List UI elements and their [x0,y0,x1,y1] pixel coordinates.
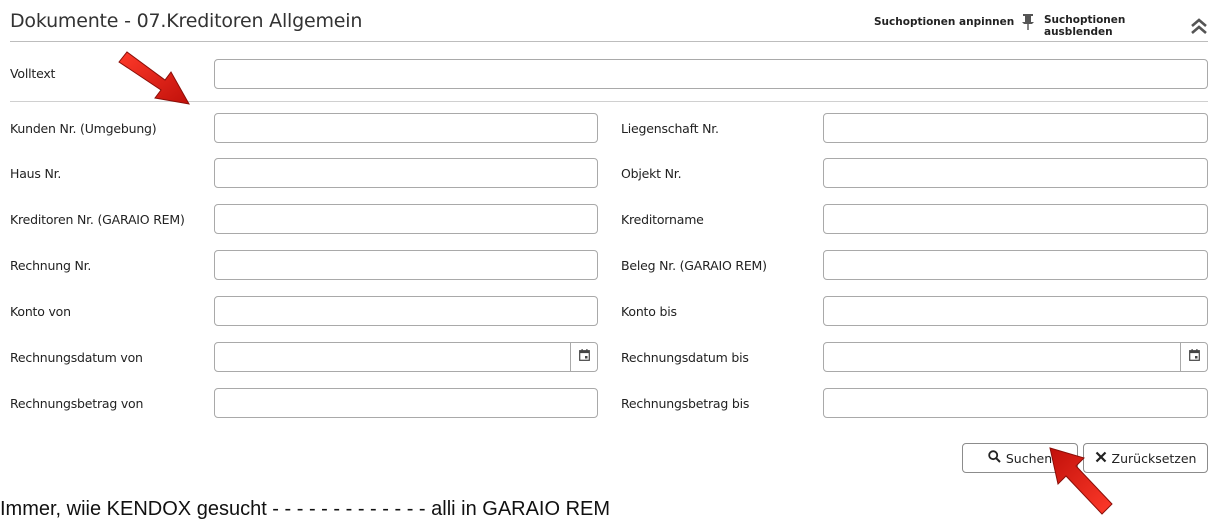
annotation-arrow-icon [1049,447,1113,515]
field-label-haus-nr: Haus Nr. [10,166,62,181]
kreditoren-nr-input[interactable] [214,204,598,234]
field-label-rechnungsbetrag-von: Rechnungsbetrag von [10,396,144,411]
field-label-rechnungsdatum-bis: Rechnungsdatum bis [621,350,749,365]
calendar-icon [578,348,590,366]
pin-icon [1022,14,1035,30]
field-label-rechnung-nr: Rechnung Nr. [10,258,92,273]
annotation-arrow-icon [118,51,190,105]
field-label-beleg-nr: Beleg Nr. (GARAIO REM) [621,258,767,273]
pin-search-options-label: Suchoptionen anpinnen [874,16,1015,28]
konto-bis-input[interactable] [823,296,1208,326]
volltext-label: Volltext [10,66,56,81]
field-label-kreditoren-nr: Kreditoren Nr. (GARAIO REM) [10,212,185,227]
field-label-rechnungsdatum-von: Rechnungsdatum von [10,350,143,365]
field-label-objekt-nr: Objekt Nr. [621,166,682,181]
field-label-kunden-nr: Kunden Nr. (Umgebung) [10,121,157,136]
calendar-picker-button[interactable] [1180,343,1207,371]
field-label-kreditorname: Kreditorname [621,212,704,227]
liegenschaft-nr-input[interactable] [823,113,1208,143]
rechnungsbetrag-von-input[interactable] [214,388,598,418]
volltext-input[interactable] [214,59,1208,89]
search-header: Dokumente - 07.Kreditoren Allgemein Such… [10,0,1208,42]
rechnung-nr-input[interactable] [214,250,598,280]
kunden-nr-input[interactable] [214,113,598,143]
field-label-rechnungsbetrag-bis: Rechnungsbetrag bis [621,396,750,411]
hide-search-options-button[interactable]: Suchoptionen ausblenden [1044,14,1208,38]
rechnungsdatum-von-input[interactable] [214,342,598,372]
field-label-konto-von: Konto von [10,304,71,319]
double-chevron-up-icon [1190,17,1208,35]
kreditorname-input[interactable] [823,204,1208,234]
reset-button-label: Zurücksetzen [1111,450,1197,466]
field-label-liegenschaft-nr: Liegenschaft Nr. [621,121,719,136]
search-icon [988,450,1001,466]
konto-von-input[interactable] [214,296,598,326]
beleg-nr-input[interactable] [823,250,1208,280]
haus-nr-input[interactable] [214,158,598,188]
page-title: Dokumente - 07.Kreditoren Allgemein [10,10,363,32]
rechnungsdatum-bis-input[interactable] [823,342,1208,372]
rechnungsbetrag-bis-input[interactable] [823,388,1208,418]
hide-search-options-label: Suchoptionen ausblenden [1044,14,1126,38]
calendar-picker-button[interactable] [570,343,597,371]
pin-search-options-button[interactable]: Suchoptionen anpinnen [874,14,1035,30]
footer-caption: Immer, wiie KENDOX gesucht - - - - - - -… [0,498,611,520]
field-label-konto-bis: Konto bis [621,304,677,319]
calendar-icon [1188,348,1200,366]
objekt-nr-input[interactable] [823,158,1208,188]
